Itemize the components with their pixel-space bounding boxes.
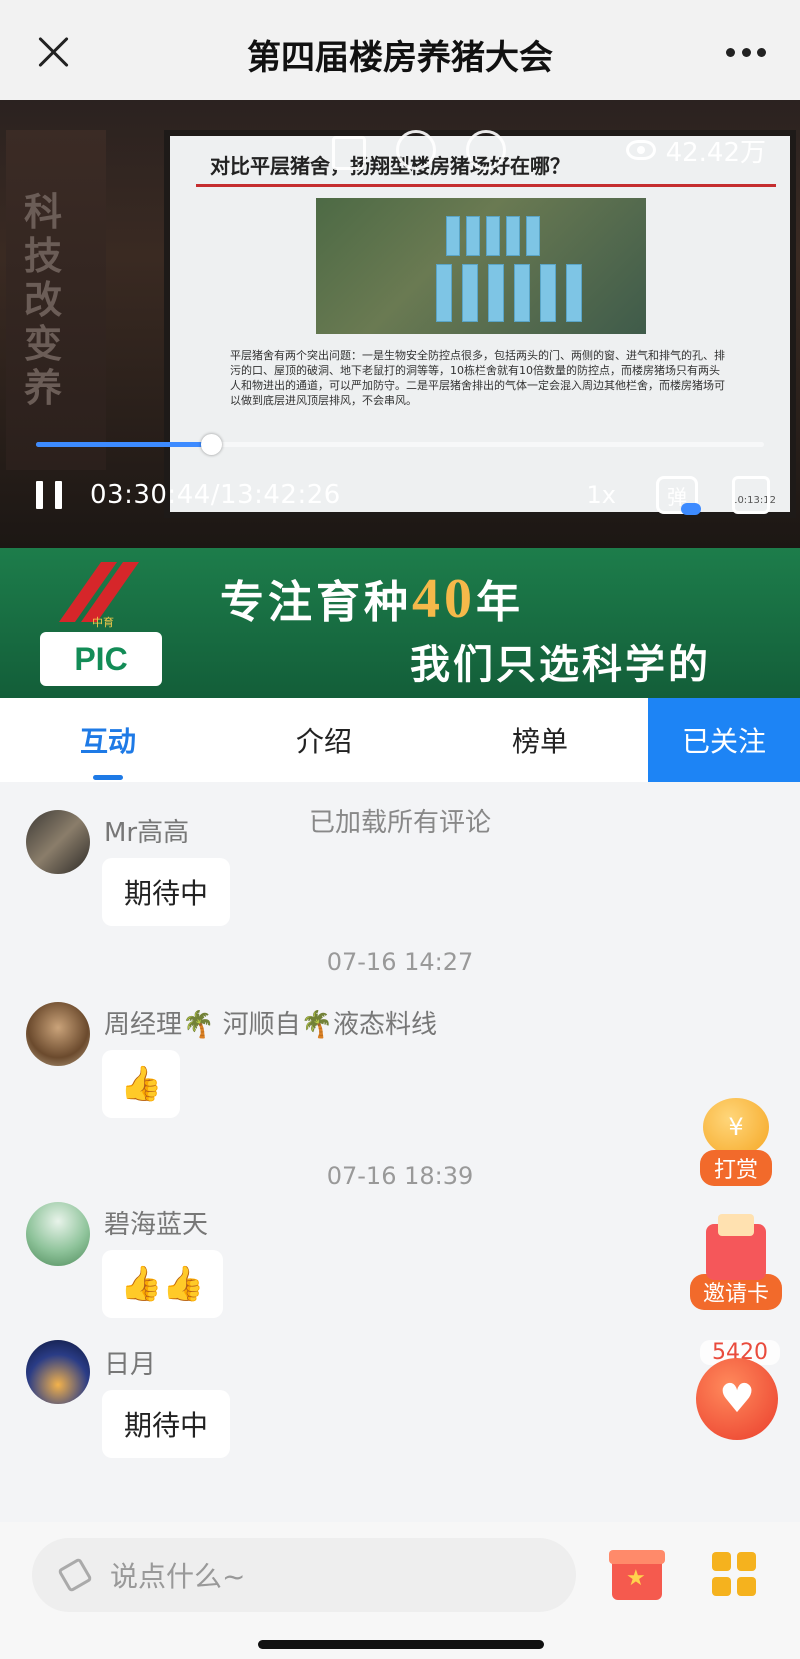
tip-label: 打赏 — [700, 1150, 772, 1186]
apps-grid-icon[interactable] — [712, 1552, 756, 1596]
view-count: 42.42万 — [625, 130, 766, 170]
tip-button[interactable]: ¥ 打赏 — [700, 1098, 772, 1186]
invite-card-button[interactable]: 邀请卡 — [690, 1214, 782, 1310]
video-overlay-icons — [332, 130, 506, 170]
comment-bubble: 期待中 — [102, 858, 231, 926]
eye-icon — [625, 140, 656, 160]
ad-banner[interactable]: 中育 PIC 专注育种40年 我们只选科学的 — [0, 548, 800, 698]
more-options-icon[interactable] — [726, 48, 766, 58]
slide-aerial-photo — [316, 198, 646, 334]
comment-input[interactable]: 说点什么~ — [32, 1538, 576, 1612]
ad-headline-suffix: 年 — [476, 577, 524, 628]
progress-bar[interactable] — [36, 434, 764, 455]
envelope-icon — [706, 1214, 766, 1280]
tab-interaction[interactable]: 互动 — [0, 698, 216, 782]
comment-username: 周经理🌴 河顺自🌴液态料线 — [104, 1010, 438, 1040]
total-time: 13:42:26 — [220, 480, 341, 510]
tab-ranking[interactable]: 榜单 — [432, 698, 648, 782]
home-indicator — [258, 1640, 544, 1649]
slide-body-text: 平层猪舍有两个突出问题：一是生物安全防控点很多，包括两头的门、两侧的窗、进气和排… — [230, 349, 725, 407]
ad-headline-number: 40 — [412, 568, 476, 630]
pause-icon[interactable] — [36, 481, 62, 509]
comment-username: Mr高高 — [104, 818, 190, 848]
slide-divider — [196, 184, 776, 187]
comment-timestamp: 07-16 18:39 — [326, 1162, 474, 1190]
stage-banner: 科技改变养 — [6, 130, 106, 470]
refresh-icon[interactable] — [466, 130, 506, 170]
bottom-input-bar: 说点什么~ — [0, 1522, 800, 1659]
danmaku-label: 弹 — [667, 484, 687, 509]
heart-icon[interactable]: ♥ — [696, 1358, 778, 1440]
avatar[interactable] — [26, 1202, 90, 1266]
home-icon[interactable] — [332, 136, 366, 170]
player-controls: 03:30:44 / 13:42:26 1x 弹 — [36, 470, 770, 520]
view-count-text: 42.42万 — [665, 137, 766, 168]
comment-input-placeholder: 说点什么~ — [110, 1560, 246, 1593]
stage-banner-text: 科技改变养 — [24, 190, 63, 410]
ad-subline: 我们只选科学的 — [410, 642, 711, 688]
current-time: 03:30:44 — [90, 480, 211, 510]
coin-icon: ¥ — [703, 1098, 769, 1156]
music-icon[interactable] — [396, 130, 436, 170]
comment-list[interactable]: 已加载所有评论 Mr高高 期待中 07-16 14:27 周经理🌴 河顺自🌴液态… — [0, 782, 800, 1522]
follow-button[interactable]: 已关注 — [648, 698, 800, 782]
comment-username: 日月 — [104, 1350, 157, 1380]
comment-bubble: 期待中 — [102, 1390, 231, 1458]
comment-bubble: 👍 — [102, 1050, 181, 1118]
pic-logo: PIC — [40, 632, 162, 686]
comment-username: 碧海蓝天 — [104, 1210, 209, 1240]
brand-logo-icon — [58, 562, 140, 622]
gift-icon[interactable] — [609, 1550, 665, 1600]
pencil-icon — [57, 1557, 93, 1593]
ad-headline: 专注育种40年 — [220, 566, 524, 631]
playback-speed-button[interactable]: 1x — [587, 481, 616, 509]
page-title: 第四届楼房养猪大会 — [247, 38, 553, 78]
comment-timestamp: 07-16 14:27 — [326, 948, 474, 976]
tab-bar: 互动 介绍 榜单 已关注 — [0, 698, 800, 782]
presentation-slide: 对比平层猪舍，扬翔型楼房猪场好在哪？ 平层猪舍有两个突出问题：一是生物安全防控点… — [164, 130, 796, 518]
ad-headline-prefix: 专注育种 — [220, 577, 412, 628]
video-player[interactable]: 科技改变养 对比平层猪舍，扬翔型楼房猪场好在哪？ 平层猪舍有两个突出问题：一是生… — [0, 100, 800, 548]
progress-thumb[interactable] — [200, 434, 222, 455]
avatar[interactable] — [26, 810, 90, 874]
time-separator: / — [210, 480, 221, 510]
avatar[interactable] — [26, 1002, 90, 1066]
avatar[interactable] — [26, 1340, 90, 1404]
comment-bubble: 👍👍 — [102, 1250, 223, 1318]
danmaku-toggle-icon[interactable]: 弹 — [656, 476, 701, 515]
top-nav-bar: 第四届楼房养猪大会 — [0, 0, 800, 100]
tab-intro[interactable]: 介绍 — [216, 698, 432, 782]
progress-fill — [36, 442, 211, 447]
fullscreen-icon[interactable] — [732, 476, 770, 514]
brand-logo-caption: 中育 — [92, 616, 114, 629]
